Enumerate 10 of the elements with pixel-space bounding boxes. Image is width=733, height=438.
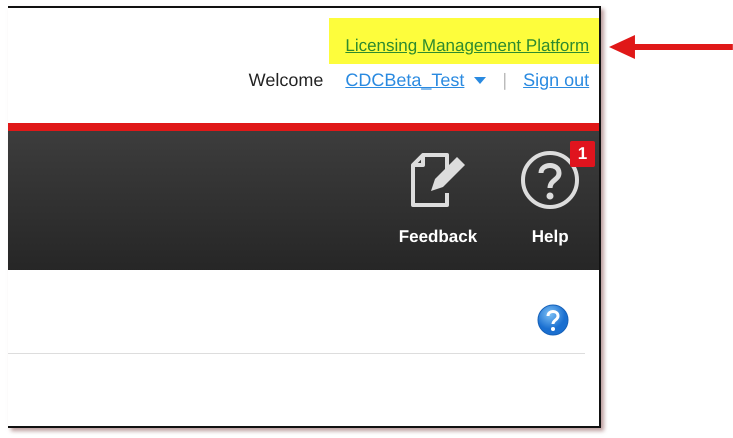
separator: | [502, 70, 508, 91]
help-button[interactable]: Help 1 [505, 131, 596, 270]
help-icon[interactable] [537, 304, 570, 336]
user-menu-link[interactable]: CDCBeta_Test [345, 70, 464, 91]
feedback-button[interactable]: Feedback [384, 131, 492, 270]
welcome-text: Welcome [248, 70, 324, 91]
platform-link[interactable]: Licensing Management Platform [345, 36, 590, 55]
caret-icon[interactable] [474, 77, 486, 84]
notification-badge: 1 [570, 141, 596, 167]
sign-out-link[interactable]: Sign out [523, 70, 590, 91]
